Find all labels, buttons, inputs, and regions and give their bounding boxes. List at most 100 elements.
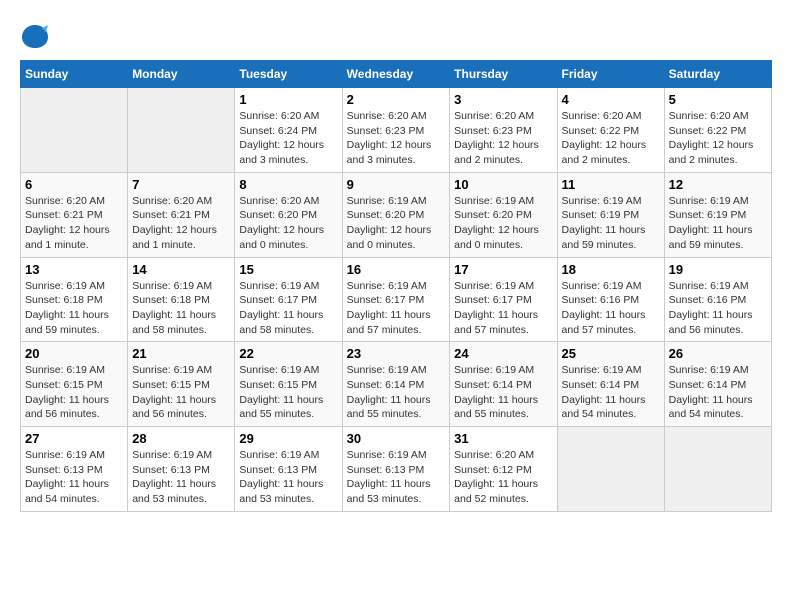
calendar-cell: 17 Sunrise: 6:19 AM Sunset: 6:17 PM Dayli… (450, 257, 557, 342)
day-number: 10 (454, 177, 552, 192)
calendar-cell: 16 Sunrise: 6:19 AM Sunset: 6:17 PM Dayli… (342, 257, 450, 342)
calendar-cell: 12Sunrise: 6:19 AM Sunset: 6:19 PM Dayli… (664, 172, 771, 257)
calendar-cell (128, 88, 235, 173)
day-info: Sunrise: 6:20 AM Sunset: 6:20 PM Dayligh… (239, 194, 337, 253)
day-number: 17 (454, 262, 552, 277)
day-info: Sunrise: 6:20 AM Sunset: 6:22 PM Dayligh… (669, 109, 767, 168)
day-number: 26 (669, 346, 767, 361)
day-info: Sunrise: 6:19 AM Sunset: 6:14 PM Dayligh… (562, 363, 660, 422)
day-number: 16 (347, 262, 446, 277)
calendar-cell: 19Sunrise: 6:19 AM Sunset: 6:16 PM Dayli… (664, 257, 771, 342)
calendar-header-row: SundayMondayTuesdayWednesdayThursdayFrid… (21, 61, 772, 88)
day-number: 11 (562, 177, 660, 192)
day-number: 6 (25, 177, 123, 192)
calendar-cell: 1 Sunrise: 6:20 AM Sunset: 6:24 PM Daylig… (235, 88, 342, 173)
calendar-cell: 22 Sunrise: 6:19 AM Sunset: 6:15 PM Dayli… (235, 342, 342, 427)
day-number: 5 (669, 92, 767, 107)
calendar-cell: 8 Sunrise: 6:20 AM Sunset: 6:20 PM Daylig… (235, 172, 342, 257)
day-number: 8 (239, 177, 337, 192)
day-number: 2 (347, 92, 446, 107)
calendar-cell: 10 Sunrise: 6:19 AM Sunset: 6:20 PM Dayli… (450, 172, 557, 257)
day-info: Sunrise: 6:20 AM Sunset: 6:12 PM Dayligh… (454, 448, 552, 507)
day-info: Sunrise: 6:19 AM Sunset: 6:14 PM Dayligh… (347, 363, 446, 422)
day-info: Sunrise: 6:19 AM Sunset: 6:20 PM Dayligh… (454, 194, 552, 253)
calendar-cell: 14Sunrise: 6:19 AM Sunset: 6:18 PM Dayli… (128, 257, 235, 342)
calendar-cell: 11 Sunrise: 6:19 AM Sunset: 6:19 PM Dayli… (557, 172, 664, 257)
day-info: Sunrise: 6:20 AM Sunset: 6:24 PM Dayligh… (239, 109, 337, 168)
day-info: Sunrise: 6:20 AM Sunset: 6:22 PM Dayligh… (562, 109, 660, 168)
day-number: 18 (562, 262, 660, 277)
calendar-cell (557, 427, 664, 512)
calendar-cell: 20Sunrise: 6:19 AM Sunset: 6:15 PM Dayli… (21, 342, 128, 427)
day-header-monday: Monday (128, 61, 235, 88)
calendar-cell: 21 Sunrise: 6:19 AM Sunset: 6:15 PM Dayli… (128, 342, 235, 427)
day-info: Sunrise: 6:19 AM Sunset: 6:13 PM Dayligh… (347, 448, 446, 507)
calendar-cell: 4 Sunrise: 6:20 AM Sunset: 6:22 PM Daylig… (557, 88, 664, 173)
day-number: 25 (562, 346, 660, 361)
day-number: 27 (25, 431, 123, 446)
day-info: Sunrise: 6:19 AM Sunset: 6:13 PM Dayligh… (132, 448, 230, 507)
day-info: Sunrise: 6:19 AM Sunset: 6:14 PM Dayligh… (454, 363, 552, 422)
day-info: Sunrise: 6:19 AM Sunset: 6:17 PM Dayligh… (347, 279, 446, 338)
day-number: 3 (454, 92, 552, 107)
calendar-cell: 13 Sunrise: 6:19 AM Sunset: 6:18 PM Dayli… (21, 257, 128, 342)
day-number: 22 (239, 346, 337, 361)
day-header-tuesday: Tuesday (235, 61, 342, 88)
day-number: 29 (239, 431, 337, 446)
day-info: Sunrise: 6:19 AM Sunset: 6:15 PM Dayligh… (132, 363, 230, 422)
day-number: 19 (669, 262, 767, 277)
day-number: 4 (562, 92, 660, 107)
calendar-cell: 28 Sunrise: 6:19 AM Sunset: 6:13 PM Dayli… (128, 427, 235, 512)
calendar-cell: 31 Sunrise: 6:20 AM Sunset: 6:12 PM Dayli… (450, 427, 557, 512)
day-info: Sunrise: 6:20 AM Sunset: 6:21 PM Dayligh… (25, 194, 123, 253)
day-info: Sunrise: 6:19 AM Sunset: 6:17 PM Dayligh… (454, 279, 552, 338)
day-info: Sunrise: 6:19 AM Sunset: 6:15 PM Dayligh… (239, 363, 337, 422)
page-header (20, 20, 772, 50)
day-info: Sunrise: 6:20 AM Sunset: 6:21 PM Dayligh… (132, 194, 230, 253)
calendar-cell: 30 Sunrise: 6:19 AM Sunset: 6:13 PM Dayli… (342, 427, 450, 512)
calendar-cell: 23 Sunrise: 6:19 AM Sunset: 6:14 PM Dayli… (342, 342, 450, 427)
calendar-cell: 24Sunrise: 6:19 AM Sunset: 6:14 PM Dayli… (450, 342, 557, 427)
day-info: Sunrise: 6:19 AM Sunset: 6:19 PM Dayligh… (669, 194, 767, 253)
calendar-cell: 25 Sunrise: 6:19 AM Sunset: 6:14 PM Dayli… (557, 342, 664, 427)
day-number: 14 (132, 262, 230, 277)
day-number: 21 (132, 346, 230, 361)
day-info: Sunrise: 6:19 AM Sunset: 6:19 PM Dayligh… (562, 194, 660, 253)
calendar-cell: 29 Sunrise: 6:19 AM Sunset: 6:13 PM Dayli… (235, 427, 342, 512)
calendar-table: SundayMondayTuesdayWednesdayThursdayFrid… (20, 60, 772, 512)
day-number: 31 (454, 431, 552, 446)
day-number: 9 (347, 177, 446, 192)
calendar-cell: 2 Sunrise: 6:20 AM Sunset: 6:23 PM Daylig… (342, 88, 450, 173)
calendar-cell: 7Sunrise: 6:20 AM Sunset: 6:21 PM Daylig… (128, 172, 235, 257)
day-info: Sunrise: 6:19 AM Sunset: 6:17 PM Dayligh… (239, 279, 337, 338)
day-info: Sunrise: 6:19 AM Sunset: 6:15 PM Dayligh… (25, 363, 123, 422)
day-header-friday: Friday (557, 61, 664, 88)
calendar-cell: 9Sunrise: 6:19 AM Sunset: 6:20 PM Daylig… (342, 172, 450, 257)
calendar-week-row: 1 Sunrise: 6:20 AM Sunset: 6:24 PM Daylig… (21, 88, 772, 173)
day-header-saturday: Saturday (664, 61, 771, 88)
day-info: Sunrise: 6:19 AM Sunset: 6:16 PM Dayligh… (562, 279, 660, 338)
day-number: 28 (132, 431, 230, 446)
day-info: Sunrise: 6:19 AM Sunset: 6:13 PM Dayligh… (239, 448, 337, 507)
calendar-week-row: 13 Sunrise: 6:19 AM Sunset: 6:18 PM Dayli… (21, 257, 772, 342)
day-number: 13 (25, 262, 123, 277)
day-number: 15 (239, 262, 337, 277)
day-info: Sunrise: 6:20 AM Sunset: 6:23 PM Dayligh… (347, 109, 446, 168)
day-info: Sunrise: 6:19 AM Sunset: 6:13 PM Dayligh… (25, 448, 123, 507)
day-number: 1 (239, 92, 337, 107)
day-header-wednesday: Wednesday (342, 61, 450, 88)
logo (20, 20, 54, 50)
calendar-week-row: 6 Sunrise: 6:20 AM Sunset: 6:21 PM Daylig… (21, 172, 772, 257)
day-number: 30 (347, 431, 446, 446)
logo-icon (20, 20, 50, 50)
day-info: Sunrise: 6:20 AM Sunset: 6:23 PM Dayligh… (454, 109, 552, 168)
calendar-cell: 6 Sunrise: 6:20 AM Sunset: 6:21 PM Daylig… (21, 172, 128, 257)
calendar-cell: 3 Sunrise: 6:20 AM Sunset: 6:23 PM Daylig… (450, 88, 557, 173)
day-info: Sunrise: 6:19 AM Sunset: 6:18 PM Dayligh… (25, 279, 123, 338)
day-header-sunday: Sunday (21, 61, 128, 88)
day-number: 23 (347, 346, 446, 361)
calendar-cell (21, 88, 128, 173)
calendar-cell: 15 Sunrise: 6:19 AM Sunset: 6:17 PM Dayli… (235, 257, 342, 342)
calendar-cell: 5 Sunrise: 6:20 AM Sunset: 6:22 PM Daylig… (664, 88, 771, 173)
calendar-cell: 18 Sunrise: 6:19 AM Sunset: 6:16 PM Dayli… (557, 257, 664, 342)
